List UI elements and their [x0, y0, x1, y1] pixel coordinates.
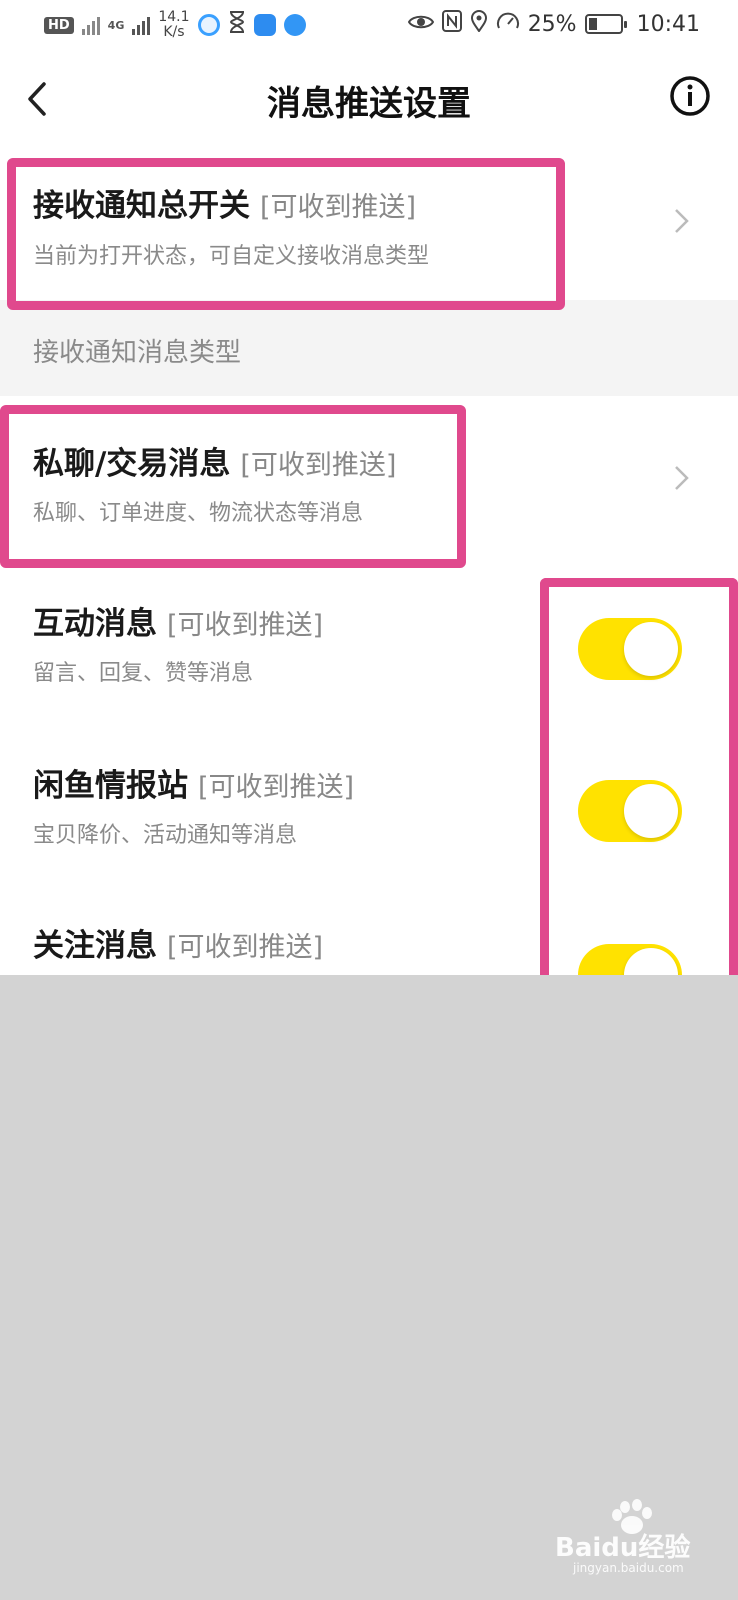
interaction-tag: [可收到推送] — [167, 610, 324, 641]
interaction-subtitle: 留言、回复、赞等消息 — [33, 661, 254, 686]
info-icon — [670, 76, 710, 116]
intel-tag: [可收到推送] — [198, 772, 355, 803]
toggle-knob — [624, 622, 678, 676]
location-icon — [470, 10, 488, 38]
speed-unit: K/s — [163, 24, 185, 40]
chevron-right-icon — [675, 466, 689, 490]
follow-tag: [可收到推送] — [167, 932, 324, 963]
section-heading-text: 接收通知消息类型 — [33, 338, 242, 368]
toggle-knob — [624, 784, 678, 838]
wifi-app-icon — [253, 14, 276, 36]
hourglass-icon — [228, 11, 246, 39]
hd-badge: HD — [44, 16, 74, 34]
master-switch-tag: [可收到推送] — [260, 192, 417, 223]
app-notification-icon — [197, 14, 220, 36]
status-bar-left: HD 4G 14.1 K/s — [44, 10, 306, 40]
private-trade-title: 私聊/交易消息 [可收到推送] — [33, 438, 396, 483]
toggle-knob — [624, 948, 678, 975]
follow-title: 关注消息 [可收到推送] — [33, 920, 323, 965]
screen: HD 4G 14.1 K/s 25% 10:41 消息推送设置 接收通知总开关 … — [0, 0, 738, 975]
intel-toggle[interactable] — [578, 780, 682, 842]
follow-label: 关注消息 — [33, 928, 157, 964]
follow-toggle[interactable] — [578, 944, 682, 975]
master-switch-row[interactable]: 接收通知总开关 [可收到推送] 当前为打开状态，可自定义接收消息类型 — [0, 150, 738, 300]
interaction-label: 互动消息 — [33, 606, 157, 642]
speedometer-icon — [496, 10, 520, 38]
nfc-icon — [441, 10, 462, 38]
info-button[interactable] — [668, 74, 712, 118]
master-switch-title: 接收通知总开关 [可收到推送] — [33, 180, 416, 225]
eye-icon — [407, 12, 434, 37]
network-speed: 14.1 K/s — [158, 10, 189, 40]
page-title: 消息推送设置 — [267, 84, 471, 124]
battery-percent: 25% — [527, 11, 577, 37]
status-bar: HD 4G 14.1 K/s 25% 10:41 — [0, 0, 738, 50]
nav-header: 消息推送设置 — [0, 52, 738, 148]
private-trade-tag: [可收到推送] — [240, 450, 397, 481]
follow-row: 关注消息 [可收到推送] — [0, 884, 738, 975]
private-trade-row[interactable]: 私聊/交易消息 [可收到推送] 私聊、订单进度、物流状态等消息 — [0, 400, 738, 550]
signal-icon-2 — [132, 15, 151, 35]
intel-row: 闲鱼情报站 [可收到推送] 宝贝降价、活动通知等消息 — [0, 722, 738, 882]
interaction-row: 互动消息 [可收到推送] 留言、回复、赞等消息 — [0, 560, 738, 720]
network-label: 4G — [107, 18, 125, 32]
browser-app-icon — [283, 14, 306, 36]
baidu-watermark: Baidu经验 jingyan.baidu.com — [555, 1495, 695, 1575]
watermark-url: jingyan.baidu.com — [573, 1561, 684, 1575]
interaction-title: 互动消息 [可收到推送] — [33, 598, 323, 643]
section-header: 接收通知消息类型 — [0, 300, 738, 396]
intel-title: 闲鱼情报站 [可收到推送] — [33, 760, 354, 805]
chevron-right-icon — [675, 209, 689, 233]
intel-label: 闲鱼情报站 — [33, 768, 188, 804]
battery-icon — [584, 14, 627, 34]
intel-subtitle: 宝贝降价、活动通知等消息 — [33, 823, 298, 848]
master-switch-subtitle: 当前为打开状态，可自定义接收消息类型 — [33, 244, 430, 269]
status-bar-right: 25% 10:41 — [407, 10, 700, 38]
clock: 10:41 — [636, 11, 700, 37]
speed-value: 14.1 — [158, 9, 190, 25]
private-trade-subtitle: 私聊、订单进度、物流状态等消息 — [33, 501, 364, 526]
watermark-text: Baidu经验 — [555, 1533, 691, 1563]
interaction-toggle[interactable] — [578, 618, 682, 680]
signal-icon-1 — [81, 15, 100, 35]
private-trade-label: 私聊/交易消息 — [33, 446, 231, 482]
master-switch-label: 接收通知总开关 — [33, 188, 250, 224]
